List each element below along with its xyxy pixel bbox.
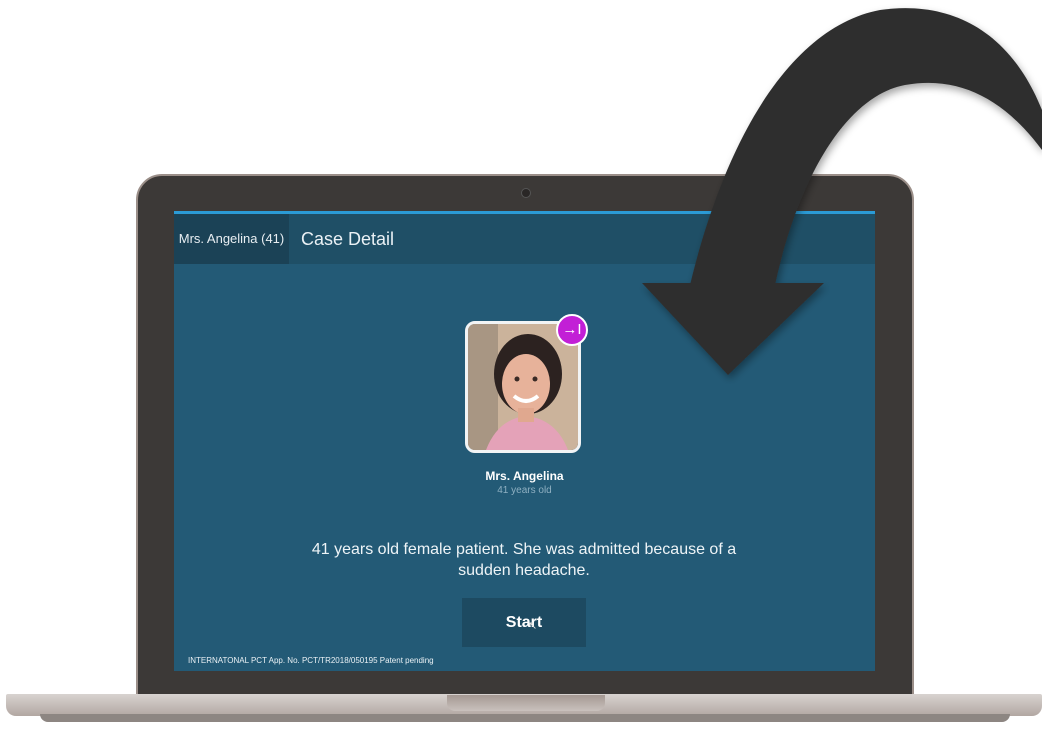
curved-arrow-icon <box>642 8 1042 375</box>
